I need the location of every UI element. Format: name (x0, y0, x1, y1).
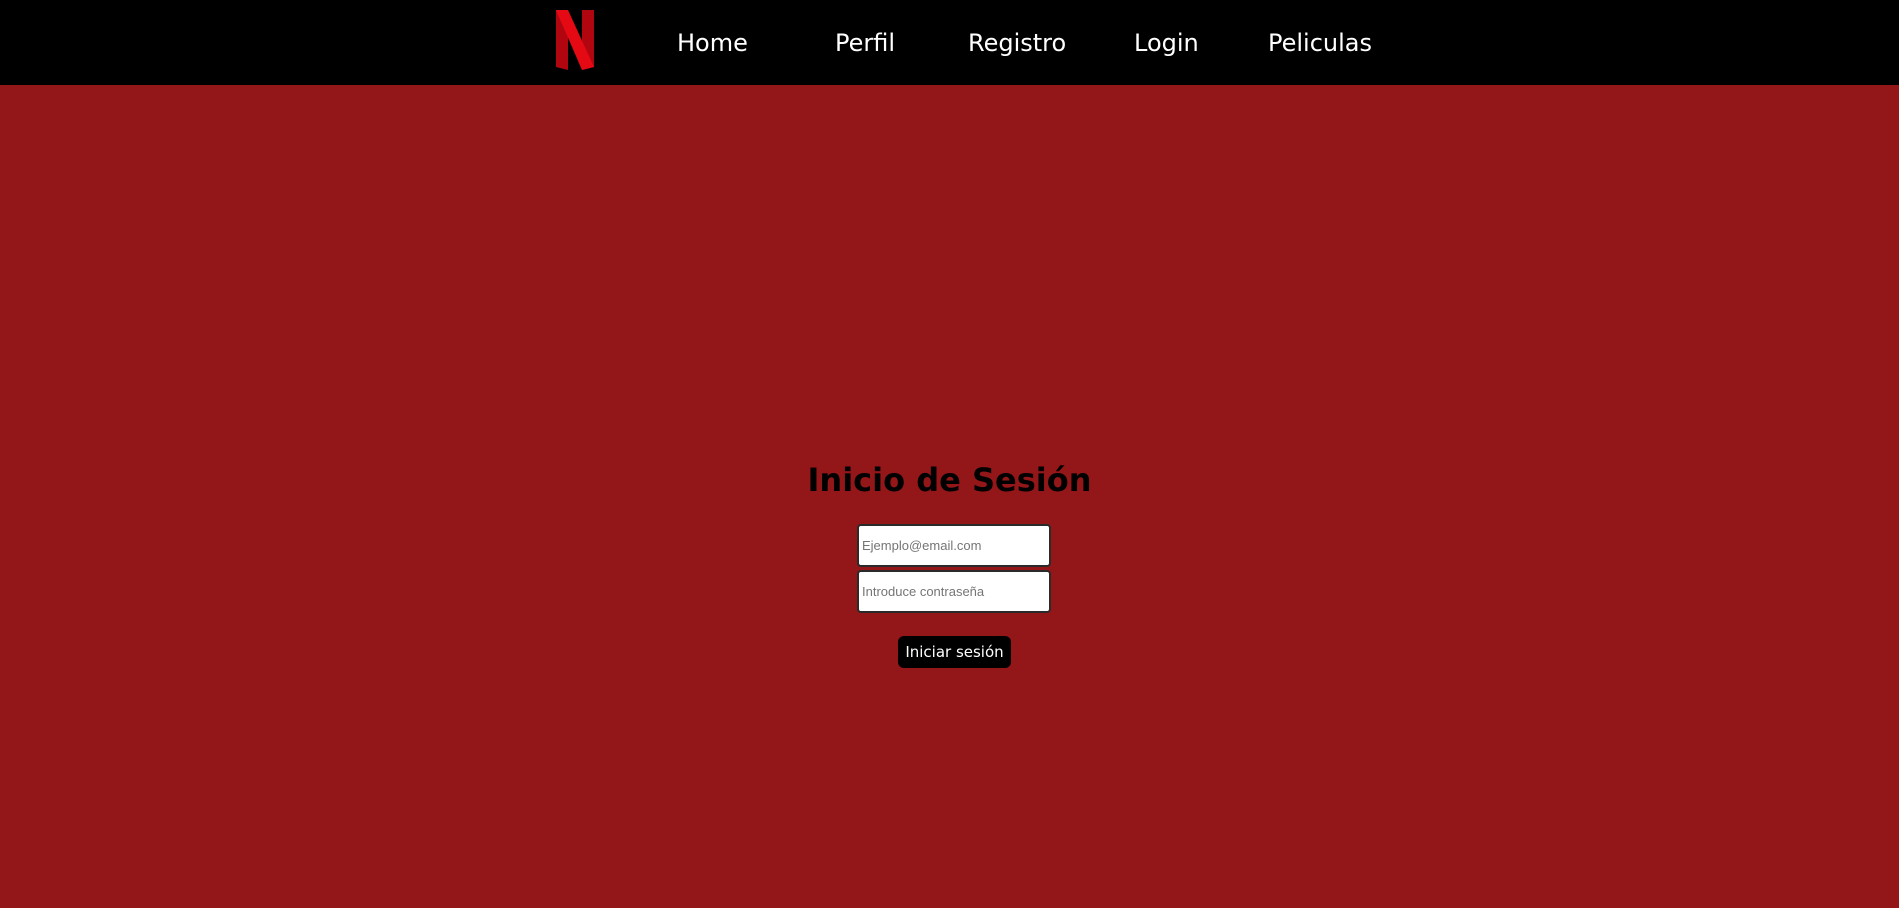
nav-link-login[interactable]: Login (1134, 25, 1199, 61)
password-field[interactable] (857, 570, 1051, 613)
nav-link-home[interactable]: Home (677, 25, 748, 61)
top-navbar: Home Perfil Registro Login Peliculas (0, 0, 1899, 85)
netflix-logo-icon[interactable] (556, 10, 594, 70)
nav-link-registro[interactable]: Registro (968, 25, 1066, 61)
email-field[interactable] (857, 524, 1051, 567)
login-submit-button[interactable]: Iniciar sesión (898, 636, 1011, 668)
page-title: Inicio de Sesión (807, 461, 1092, 499)
nav-link-perfil[interactable]: Perfil (835, 25, 895, 61)
nav-link-peliculas[interactable]: Peliculas (1268, 25, 1372, 61)
